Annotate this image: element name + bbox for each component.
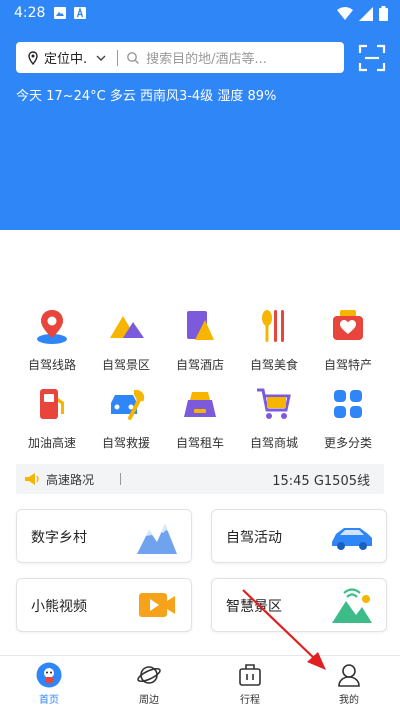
luggage-icon [239, 664, 261, 686]
service-label: 自驾商城 [249, 436, 298, 450]
service-label: 更多分类 [323, 436, 372, 450]
wifi-icon [337, 6, 353, 20]
search-divider [117, 49, 119, 66]
tab-nearby[interactable]: 周边 [119, 662, 179, 706]
status-bar: 4:28 [0, 0, 400, 28]
search-input[interactable]: 搜索目的地/酒店等... [146, 48, 267, 67]
service-label: 自驾酒店 [175, 358, 224, 372]
car-icon [332, 528, 372, 550]
service-label: 自驾景区 [101, 358, 150, 372]
tab-label: 首页 [39, 695, 59, 706]
tab-label: 我的 [339, 695, 359, 706]
service-label: 自驾线路 [27, 358, 76, 372]
home-icon [36, 662, 62, 688]
bottom-tab-bar: 首页 周边 行程 我的 [0, 655, 400, 711]
card-digital-village[interactable]: 数字乡村 [16, 509, 192, 563]
traffic-info: 15:45 G1505线 [272, 474, 370, 489]
card-label: 小熊视频 [31, 599, 87, 615]
search-icon [127, 51, 140, 64]
location-pin-icon [28, 50, 38, 65]
service-row-1: 自驾线路 自驾景区 自驾酒店 自驾美食 自驾特产 [0, 306, 400, 376]
speaker-icon [25, 473, 39, 485]
signal-icon [359, 6, 373, 21]
mountain-snow-icon [137, 524, 177, 554]
gallery-notification-icon [54, 7, 66, 19]
gift-icon [333, 310, 363, 340]
mountain-icon [110, 316, 144, 338]
service-label: 自驾美食 [249, 358, 298, 372]
service-item-scenic[interactable]: 自驾景区 [89, 306, 163, 376]
weather-info: 今天 17~24°C 多云 西南风3-4级 湿度 89% [16, 89, 277, 104]
cart-icon [257, 388, 291, 419]
traffic-divider [120, 473, 121, 485]
service-item-mall[interactable]: 自驾商城 [237, 384, 311, 454]
fuel-icon [40, 389, 64, 419]
service-item-fuel[interactable]: 加油高速 [15, 384, 89, 454]
service-item-rescue[interactable]: 自驾救援 [89, 384, 163, 454]
tab-trip[interactable]: 行程 [220, 662, 280, 706]
card-activities[interactable]: 自驾活动 [211, 509, 387, 563]
tab-profile[interactable]: 我的 [319, 662, 379, 706]
service-row-2: 加油高速 自驾救援 自驾租车 自驾商城 更多分类 [0, 384, 400, 454]
rescue-icon [111, 389, 145, 420]
app-notification-icon [74, 7, 86, 19]
tab-label: 周边 [139, 695, 159, 706]
chevron-down-icon[interactable] [95, 52, 107, 64]
card-label: 自驾活动 [226, 530, 282, 546]
search-bar[interactable]: 定位中. 搜索目的地/酒店等... [16, 42, 344, 73]
service-label: 自驾特产 [323, 358, 372, 372]
smart-scenic-icon [332, 588, 372, 623]
location-label[interactable]: 定位中. [44, 48, 87, 67]
scan-icon[interactable] [358, 44, 386, 72]
user-icon [338, 664, 360, 687]
traffic-label: 高速路况 [46, 473, 95, 487]
grid-icon [334, 390, 362, 418]
service-label: 自驾租车 [175, 436, 224, 450]
service-item-more[interactable]: 更多分类 [311, 384, 385, 454]
tab-home[interactable]: 首页 [19, 662, 79, 706]
card-label: 数字乡村 [31, 530, 87, 546]
status-time: 4:28 [14, 5, 46, 21]
service-item-food[interactable]: 自驾美食 [237, 306, 311, 376]
rental-car-icon [184, 392, 216, 417]
route-pin-icon [37, 310, 67, 344]
service-item-hotel[interactable]: 自驾酒店 [163, 306, 237, 376]
food-icon [262, 310, 284, 342]
service-item-specialty[interactable]: 自驾特产 [311, 306, 385, 376]
header-banner: 定位中. 搜索目的地/酒店等... 今天 17~24°C 多云 西南风3-4级 … [0, 28, 400, 230]
service-item-route[interactable]: 自驾线路 [15, 306, 89, 376]
card-label: 智慧景区 [226, 599, 282, 615]
service-label: 加油高速 [27, 436, 76, 450]
highway-traffic-bar[interactable]: 高速路况 15:45 G1505线 [16, 464, 384, 494]
planet-icon [137, 666, 161, 684]
battery-icon [379, 6, 388, 21]
video-play-icon [139, 593, 175, 617]
tab-label: 行程 [240, 695, 260, 706]
hotel-icon [187, 311, 214, 340]
card-bear-video[interactable]: 小熊视频 [16, 578, 192, 632]
card-smart-scenic[interactable]: 智慧景区 [211, 578, 387, 632]
service-label: 自驾救援 [101, 436, 150, 450]
service-item-rental[interactable]: 自驾租车 [163, 384, 237, 454]
